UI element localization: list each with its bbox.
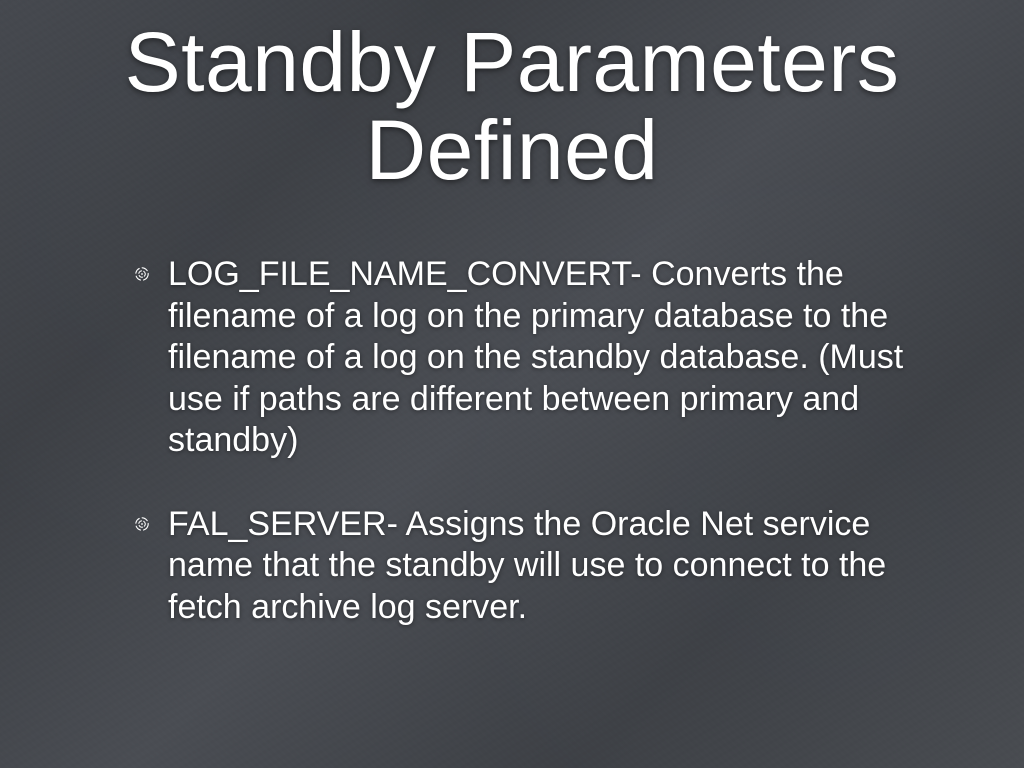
swirl-bullet-icon (134, 516, 150, 532)
swirl-bullet-icon (134, 266, 150, 282)
slide-title: Standby Parameters Defined (60, 18, 964, 194)
slide: Standby Parameters Defined LOG_FILE_NAME… (0, 0, 1024, 768)
bullet-text: LOG_FILE_NAME_CONVERT- Converts the file… (168, 255, 903, 459)
slide-body: LOG_FILE_NAME_CONVERT- Converts the file… (60, 254, 964, 628)
bullet-item: FAL_SERVER- Assigns the Oracle Net servi… (168, 504, 934, 628)
bullet-text: FAL_SERVER- Assigns the Oracle Net servi… (168, 505, 886, 626)
bullet-item: LOG_FILE_NAME_CONVERT- Converts the file… (168, 254, 934, 461)
